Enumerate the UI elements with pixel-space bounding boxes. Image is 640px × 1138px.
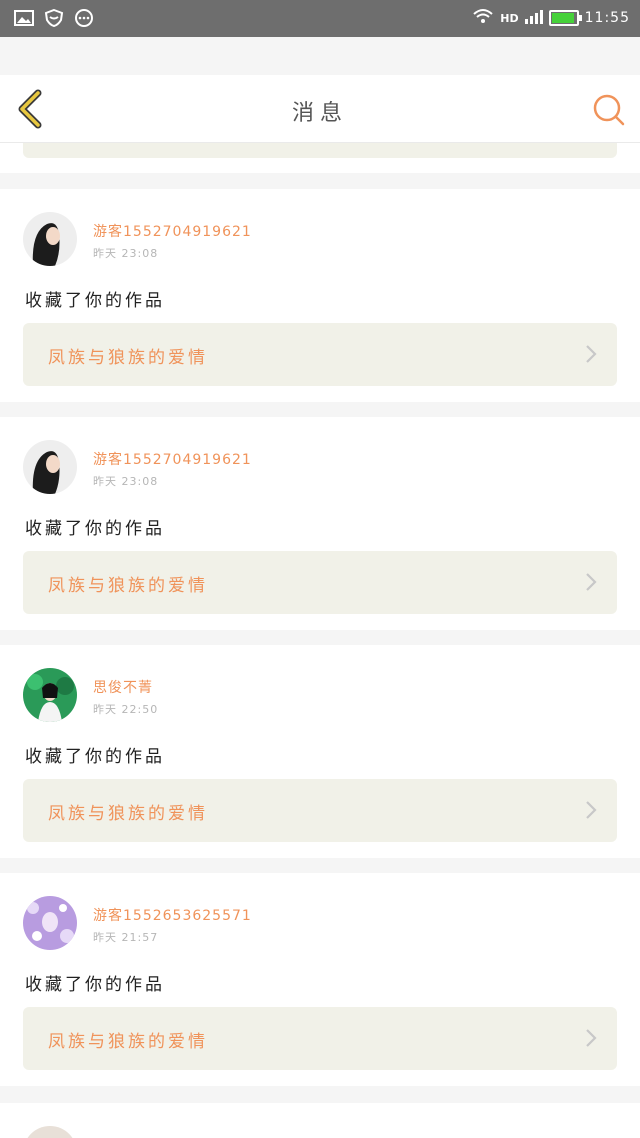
work-link[interactable]: 凤族与狼族的爱情 xyxy=(23,779,617,842)
work-link-partial[interactable] xyxy=(23,143,617,158)
username[interactable]: 游客1552704919621 xyxy=(93,221,252,241)
message-time: 昨天 22:50 xyxy=(93,703,159,716)
work-title: 凤族与狼族的爱情 xyxy=(48,348,208,368)
work-link[interactable]: 凤族与狼族的爱情 xyxy=(23,1007,617,1070)
message-card: 游客1552704919621 昨天 23:08 收藏了你的作品 凤族与狼族的爱… xyxy=(0,189,640,402)
work-link[interactable]: 凤族与狼族的爱情 xyxy=(23,551,617,614)
battery-level xyxy=(551,13,574,23)
work-title: 凤族与狼族的爱情 xyxy=(48,576,208,596)
search-button[interactable] xyxy=(592,93,626,127)
message-card: 思俊不菁 昨天 22:50 收藏了你的作品 凤族与狼族的爱情 xyxy=(0,645,640,858)
previous-card-partial xyxy=(0,143,640,173)
message-action: 收藏了你的作品 xyxy=(25,975,165,995)
more-notifications-icon xyxy=(74,9,94,27)
chevron-right-icon xyxy=(586,345,597,363)
message-card: 游客1552704919621 昨天 23:08 收藏了你的作品 凤族与狼族的爱… xyxy=(0,417,640,630)
message-action: 收藏了你的作品 xyxy=(25,291,165,311)
shield-icon xyxy=(44,8,64,28)
app-header: 消息 xyxy=(0,75,640,143)
work-title: 凤族与狼族的爱情 xyxy=(48,804,208,824)
message-action: 收藏了你的作品 xyxy=(25,747,165,767)
username[interactable]: 游客1552653625571 xyxy=(93,905,252,925)
signal-icon xyxy=(524,9,543,28)
username[interactable]: 思俊不菁 xyxy=(93,677,153,697)
avatar[interactable] xyxy=(23,668,77,722)
avatar[interactable] xyxy=(23,212,77,266)
message-action: 收藏了你的作品 xyxy=(25,519,165,539)
username[interactable]: 游客1552704919621 xyxy=(93,449,252,469)
work-link[interactable]: 凤族与狼族的爱情 xyxy=(23,323,617,386)
message-time: 昨天 23:08 xyxy=(93,475,159,488)
search-icon xyxy=(593,94,625,126)
avatar[interactable] xyxy=(23,1126,77,1138)
avatar[interactable] xyxy=(23,896,77,950)
battery-icon xyxy=(548,10,582,26)
status-bar: HD 11:55 xyxy=(0,0,640,37)
gallery-icon xyxy=(14,9,34,27)
message-card: 游客1552653625571 昨天 21:57 收藏了你的作品 凤族与狼族的爱… xyxy=(0,873,640,1086)
status-time: 11:55 xyxy=(584,10,630,26)
message-time: 昨天 21:57 xyxy=(93,931,159,944)
work-title: 凤族与狼族的爱情 xyxy=(48,1032,208,1052)
next-card-partial xyxy=(0,1103,640,1138)
network-type-label: HD xyxy=(500,11,519,25)
wifi-icon xyxy=(472,8,494,28)
chevron-right-icon xyxy=(586,801,597,819)
chevron-right-icon xyxy=(586,1029,597,1047)
avatar[interactable] xyxy=(23,440,77,494)
page-title: 消息 xyxy=(291,101,348,126)
chevron-right-icon xyxy=(586,573,597,591)
message-time: 昨天 23:08 xyxy=(93,247,159,260)
